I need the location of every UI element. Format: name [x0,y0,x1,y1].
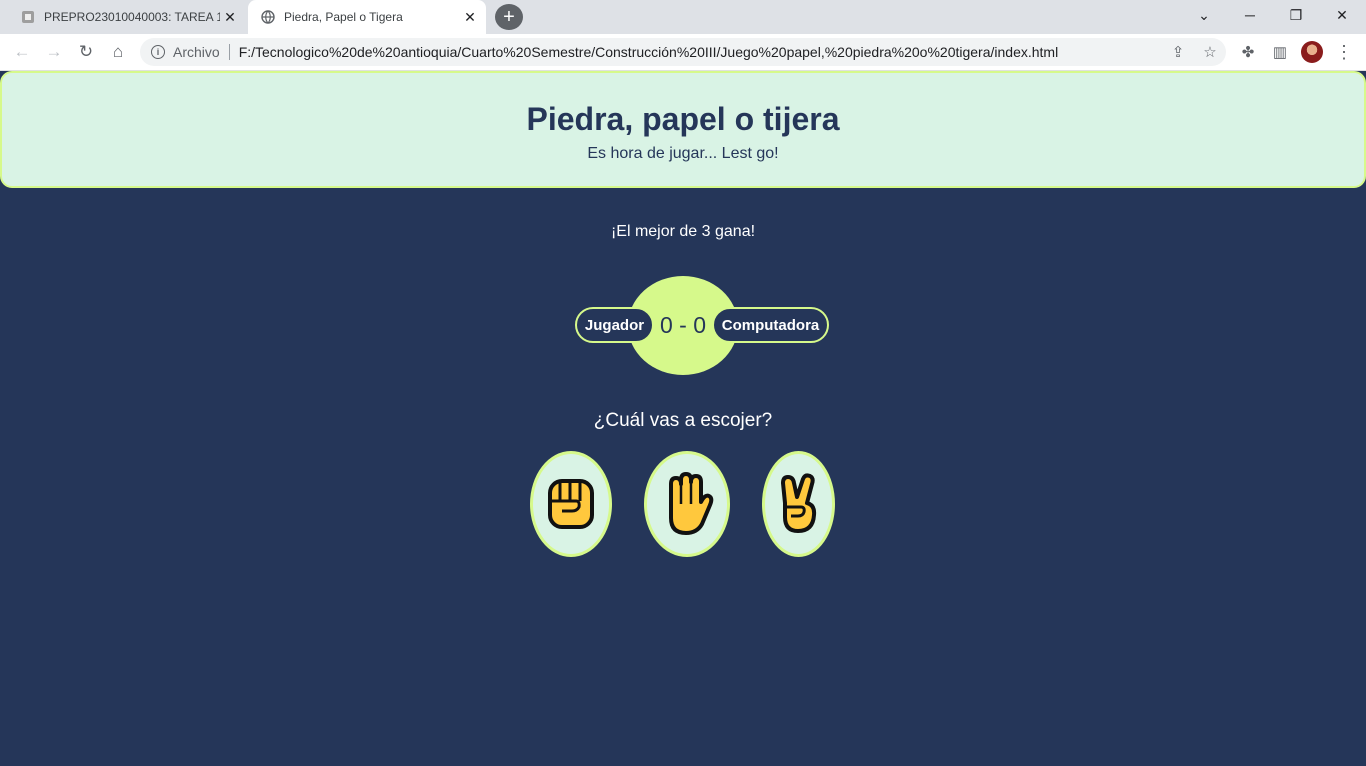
home-icon[interactable]: ⌂ [104,38,132,66]
avatar [1301,41,1323,63]
tab-title: PREPRO23010040003: TAREA 1 [44,10,220,24]
tab-piedra-papel[interactable]: Piedra, Papel o Tigera ✕ [248,0,486,34]
page-title: Piedra, papel o tijera [526,101,840,137]
page-header: Piedra, papel o tijera Es hora de jugar.… [0,71,1366,188]
computer-label: Computadora [712,307,829,343]
page-subtitle: Es hora de jugar... Lest go! [587,145,779,162]
divider [228,44,230,60]
raised-fist-icon [548,479,594,529]
tab-search-icon[interactable]: ⌄ [1181,0,1227,30]
window-close-icon[interactable]: ✕ [1319,0,1365,30]
minimize-icon[interactable]: ─ [1227,0,1273,30]
paper-button[interactable] [644,451,730,557]
globe-icon [260,9,276,25]
star-icon[interactable]: ☆ [1194,43,1226,61]
share-icon[interactable]: ⇪ [1162,43,1194,61]
info-icon[interactable]: i [151,45,165,59]
browser-tab-strip: PREPRO23010040003: TAREA 1 ✕ Piedra, Pap… [0,0,1366,34]
tab-title: Piedra, Papel o Tigera [284,10,403,24]
menu-icon[interactable]: ⋮ [1332,40,1356,64]
reload-icon[interactable]: ↻ [72,38,100,66]
game-page: Piedra, papel o tijera Es hora de jugar.… [0,71,1366,766]
scheme-label: Archivo [173,44,220,60]
scissors-button[interactable] [762,451,835,557]
tab-close-icon[interactable]: ✕ [220,7,240,27]
victory-hand-icon [780,473,816,533]
raised-hand-icon [669,472,714,535]
new-tab-button[interactable]: + [495,4,523,30]
tab-tarea[interactable]: PREPRO23010040003: TAREA 1 ✕ [8,0,246,34]
browser-toolbar: ← → ↻ ⌂ i Archivo F:/Tecnologico%20de%20… [0,34,1366,71]
side-panel-icon[interactable]: ▥ [1268,40,1292,64]
rock-button[interactable] [530,451,612,557]
scoreboard: 0 - 0 Jugador Computadora [0,276,1366,376]
url-text[interactable]: F:/Tecnologico%20de%20antioquia/Cuarto%2… [239,44,1162,60]
moodle-favicon-icon [20,9,36,25]
back-icon[interactable]: ← [8,38,36,66]
forward-icon[interactable]: → [40,38,68,66]
address-bar[interactable]: i Archivo F:/Tecnologico%20de%20antioqui… [140,38,1226,66]
player-label: Jugador [575,307,654,343]
best-of-text: ¡El mejor de 3 gana! [610,223,756,240]
restore-icon[interactable]: ❐ [1273,0,1319,30]
choice-question: ¿Cuál vas a escojer? [593,410,773,431]
profile-avatar[interactable] [1300,40,1324,64]
tab-close-icon[interactable]: ✕ [460,7,480,27]
extensions-icon[interactable]: ✤ [1236,40,1260,64]
